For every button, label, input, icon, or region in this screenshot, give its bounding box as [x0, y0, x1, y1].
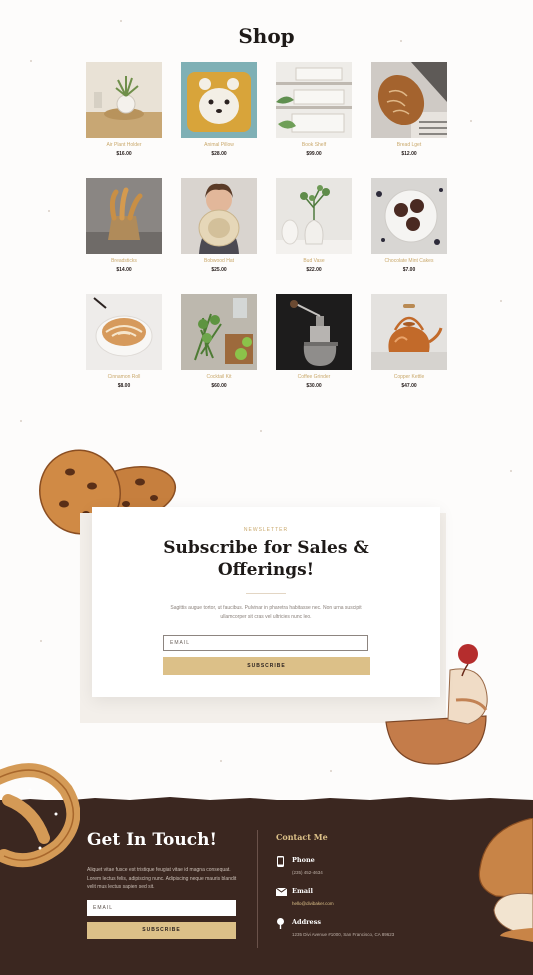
pretzel-illustration	[0, 763, 80, 868]
product-price: $60.00	[211, 383, 227, 389]
background-speck	[120, 20, 122, 22]
bun-illustration	[478, 818, 533, 942]
background-speck	[260, 430, 262, 432]
product-card[interactable]: Book Shelf $99.00	[276, 62, 352, 158]
phone-icon	[277, 856, 284, 867]
animal-pillow-image[interactable]	[181, 62, 257, 138]
background-speck	[20, 420, 22, 422]
product-name[interactable]: Chocolate Mint Cakes	[371, 258, 447, 265]
product-price: $25.00	[211, 267, 227, 273]
footer-subscribe-button[interactable]: SUBSCRIBE	[87, 922, 236, 939]
product-card[interactable]: Cinnamon Roll $8.00	[86, 294, 162, 390]
map-pin-icon	[277, 918, 284, 929]
contact-address-label: Address	[292, 918, 322, 926]
product-card[interactable]: Cocktail Kit $60.00	[181, 294, 257, 390]
product-card[interactable]: Breadsticks $14.00	[86, 178, 162, 274]
shop-title: Shop	[238, 24, 295, 48]
product-card[interactable]: Bobwood Hat $25.00	[181, 178, 257, 274]
newsletter-title: Subscribe for Sales & Offerings!	[92, 537, 440, 581]
newsletter-subscribe-button[interactable]: SUBSCRIBE	[163, 657, 370, 675]
newsletter-title-line: Offerings!	[217, 560, 315, 580]
product-price: $14.00	[116, 267, 132, 273]
background-speck	[510, 470, 512, 472]
product-card[interactable]: Animal Pillow $28.00	[181, 62, 257, 158]
contact-phone-label: Phone	[292, 856, 315, 864]
product-name[interactable]: Bobwood Hat	[181, 258, 257, 265]
product-price: $30.00	[306, 383, 322, 389]
newsletter-eyebrow: NEWSLETTER	[243, 527, 289, 533]
product-name[interactable]: Bread Lget	[371, 142, 447, 149]
product-name[interactable]: Copper Kettle	[371, 374, 447, 381]
product-name[interactable]: Book Shelf	[276, 142, 352, 149]
product-price: $12.00	[401, 151, 417, 157]
footer-title: Get In Touch!	[87, 830, 217, 850]
product-price: $99.00	[306, 151, 322, 157]
bobwood-hat-image[interactable]	[181, 178, 257, 254]
background-speck	[330, 770, 332, 772]
contact-address-value: 1235 Divi Avenue #1000, San Francisco, C…	[292, 932, 395, 937]
contact-title: Contact Me	[276, 832, 328, 842]
product-name[interactable]: Animal Pillow	[181, 142, 257, 149]
footer-email-input[interactable]: EMAIL	[87, 900, 236, 916]
envelope-icon	[276, 887, 287, 896]
product-price: $28.00	[211, 151, 227, 157]
background-speck	[220, 760, 222, 762]
product-price: $7.00	[402, 267, 416, 273]
product-name[interactable]: Cinnamon Roll	[86, 374, 162, 381]
contact-email-value[interactable]: hello@divibaker.com	[292, 901, 334, 906]
product-card[interactable]: Copper Kettle $47.00	[371, 294, 447, 390]
product-name[interactable]: Bud Vase	[276, 258, 352, 265]
cocktail-kit-image[interactable]	[181, 294, 257, 370]
contact-email-label: Email	[292, 887, 313, 895]
book-shelf-image[interactable]	[276, 62, 352, 138]
newsletter-title-line: Subscribe for Sales &	[163, 538, 369, 558]
copper-kettle-image[interactable]	[371, 294, 447, 370]
background-speck	[470, 120, 472, 122]
breadsticks-image[interactable]	[86, 178, 162, 254]
product-name[interactable]: Cocktail Kit	[181, 374, 257, 381]
product-name[interactable]: Air Plant Holder	[86, 142, 162, 149]
product-card[interactable]: Air Plant Holder $16.00	[86, 62, 162, 158]
product-price: $8.00	[117, 383, 131, 389]
background-speck	[30, 60, 32, 62]
bud-vase-image[interactable]	[276, 178, 352, 254]
newsletter-email-input[interactable]: EMAIL	[163, 635, 368, 651]
footer-description: Aliquet vitae fusce est tristique feugia…	[87, 867, 237, 890]
contact-phone-value[interactable]: (235) 452-4634	[292, 870, 323, 875]
product-name[interactable]: Breadsticks	[86, 258, 162, 265]
coffee-grinder-image[interactable]	[276, 294, 352, 370]
product-card[interactable]: Coffee Grinder $30.00	[276, 294, 352, 390]
newsletter-description: Sagittis augue tortor, ut faucibus. Pulv…	[170, 605, 362, 620]
footer-divider	[257, 830, 258, 948]
chocolate-mint-cakes-image[interactable]	[371, 178, 447, 254]
product-price: $22.00	[306, 267, 322, 273]
background-speck	[48, 210, 50, 212]
product-card[interactable]: Chocolate Mint Cakes $7.00	[371, 178, 447, 274]
bread-loaf-image[interactable]	[371, 62, 447, 138]
cinnamon-roll-image[interactable]	[86, 294, 162, 370]
product-price: $16.00	[116, 151, 132, 157]
air-plant-holder-image[interactable]	[86, 62, 162, 138]
product-card[interactable]: Bud Vase $22.00	[276, 178, 352, 274]
background-speck	[40, 640, 42, 642]
product-price: $47.00	[401, 383, 417, 389]
newsletter-card: NEWSLETTER Subscribe for Sales & Offerin…	[92, 507, 440, 697]
background-speck	[500, 300, 502, 302]
product-card[interactable]: Bread Lget $12.00	[371, 62, 447, 158]
newsletter-divider	[246, 593, 286, 594]
product-name[interactable]: Coffee Grinder	[276, 374, 352, 381]
